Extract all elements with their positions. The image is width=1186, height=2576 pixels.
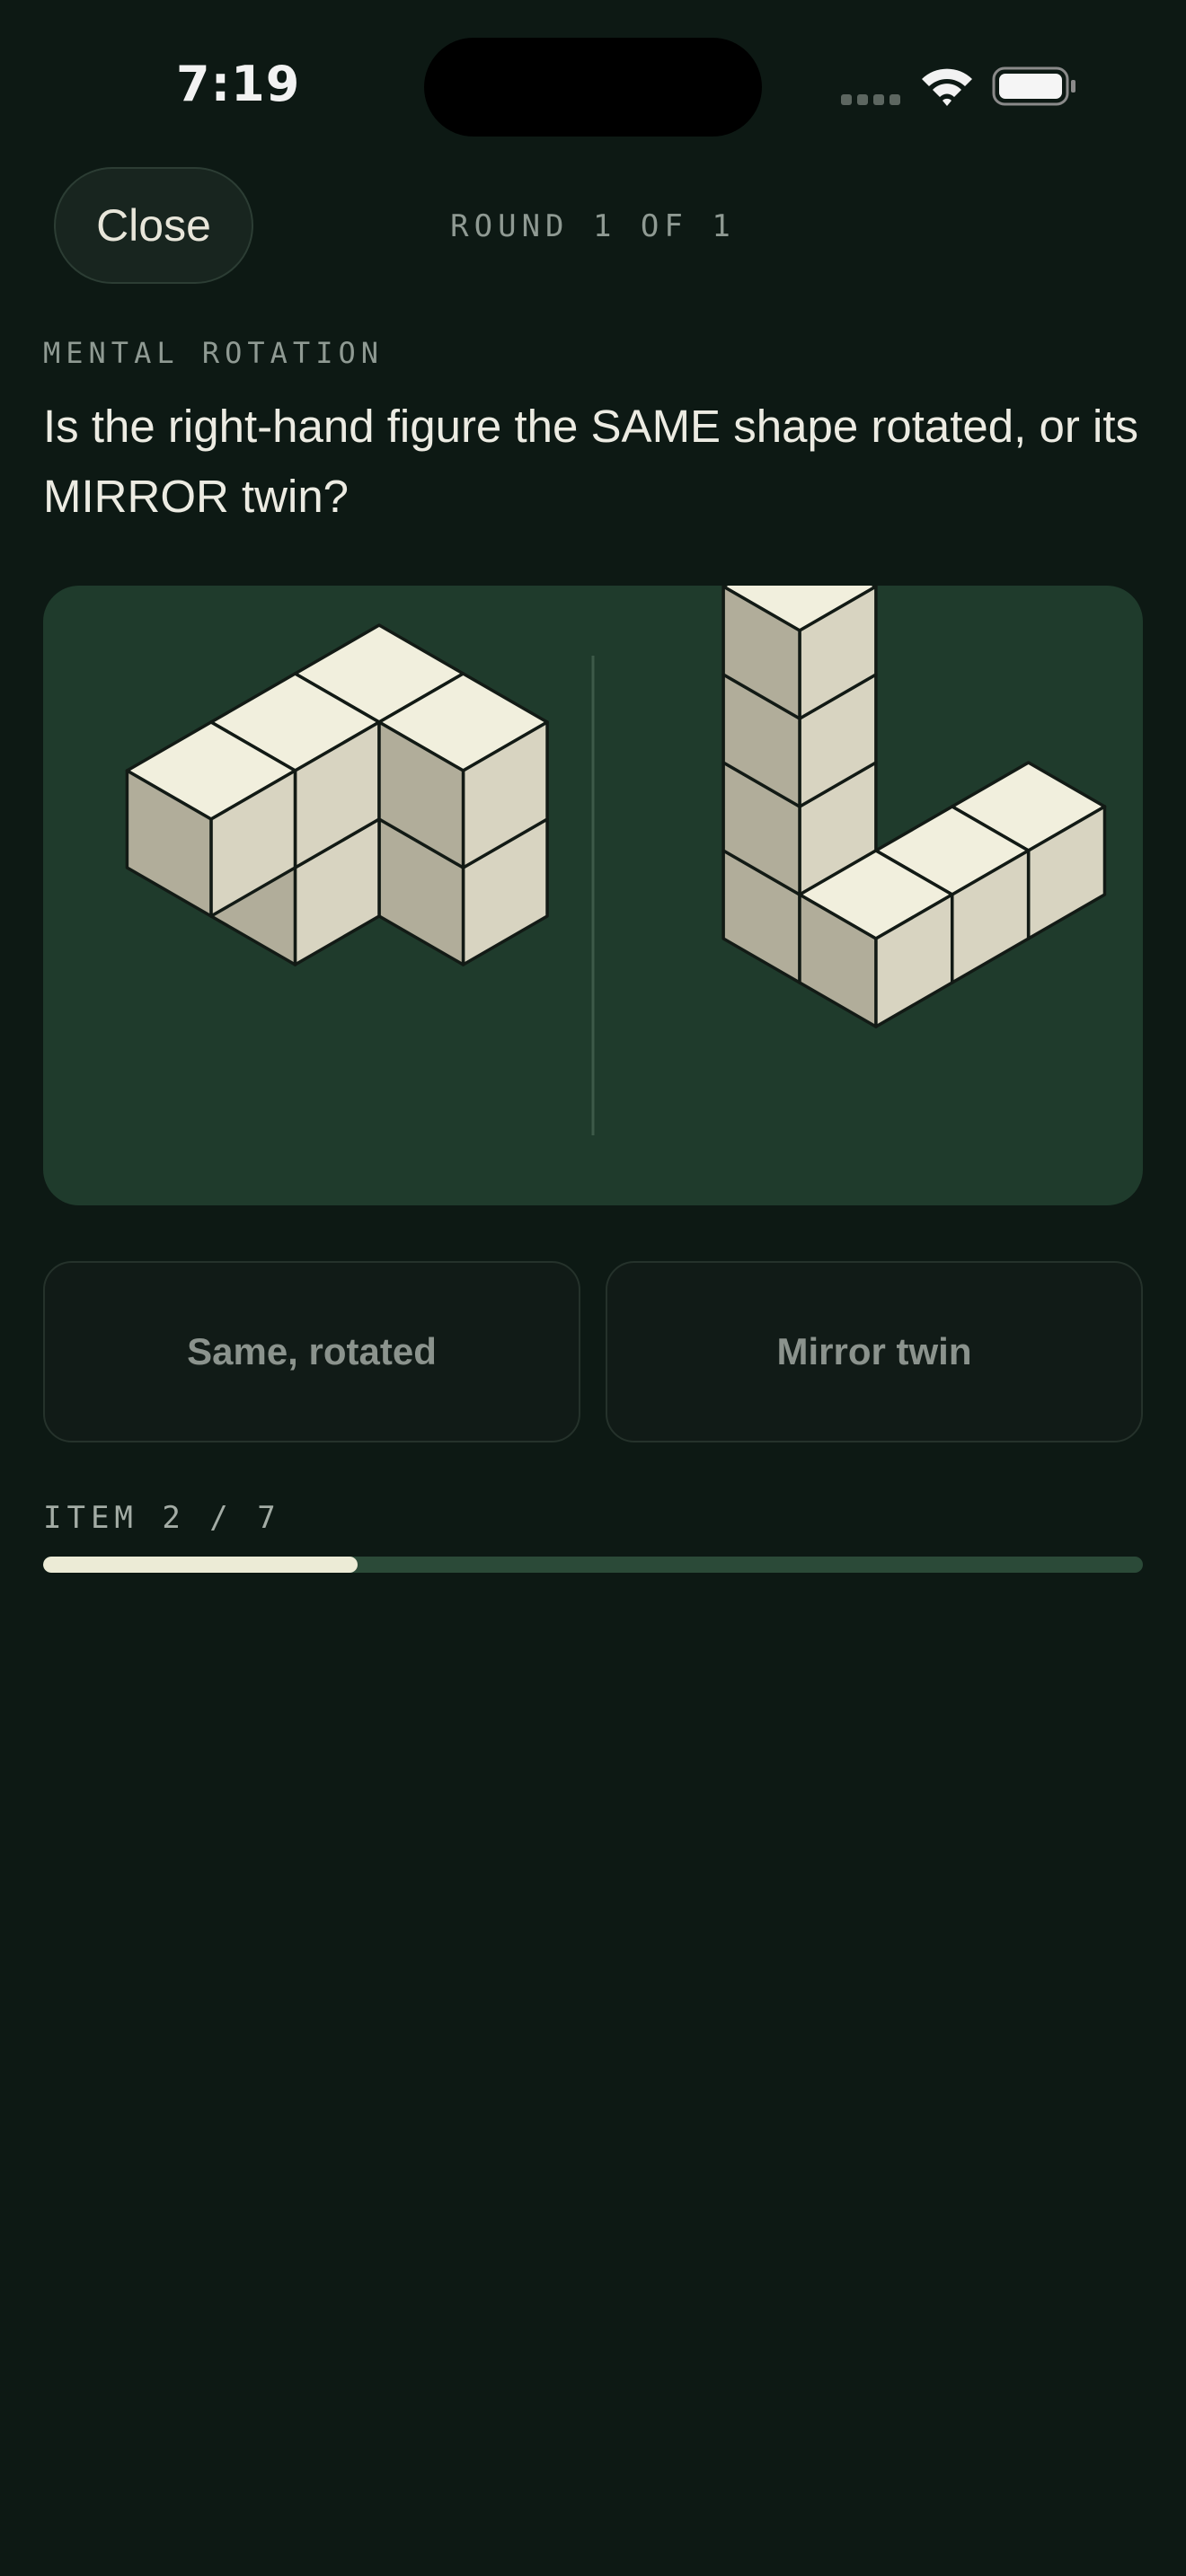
item-counter: ITEM 2 / 7 — [43, 1500, 281, 1536]
progress-fill — [43, 1557, 358, 1573]
battery-icon — [992, 66, 1075, 106]
same-rotated-button[interactable]: Same, rotated — [43, 1261, 580, 1442]
status-time: 7:19 — [176, 56, 301, 112]
section-label: MENTAL ROTATION — [43, 336, 384, 370]
cellular-signal-icon — [841, 93, 906, 110]
progress-track — [43, 1557, 1143, 1573]
figure-card — [43, 586, 1143, 1205]
left-cube-figure — [125, 623, 549, 966]
mirror-twin-button[interactable]: Mirror twin — [606, 1261, 1143, 1442]
right-cube-figure — [721, 586, 1107, 1028]
dynamic-island — [424, 38, 762, 137]
close-button[interactable]: Close — [54, 167, 253, 284]
question-text: Is the right-hand figure the SAME shape … — [43, 401, 1138, 522]
round-indicator: ROUND 1 OF 1 — [450, 208, 736, 244]
wifi-icon — [922, 68, 972, 106]
